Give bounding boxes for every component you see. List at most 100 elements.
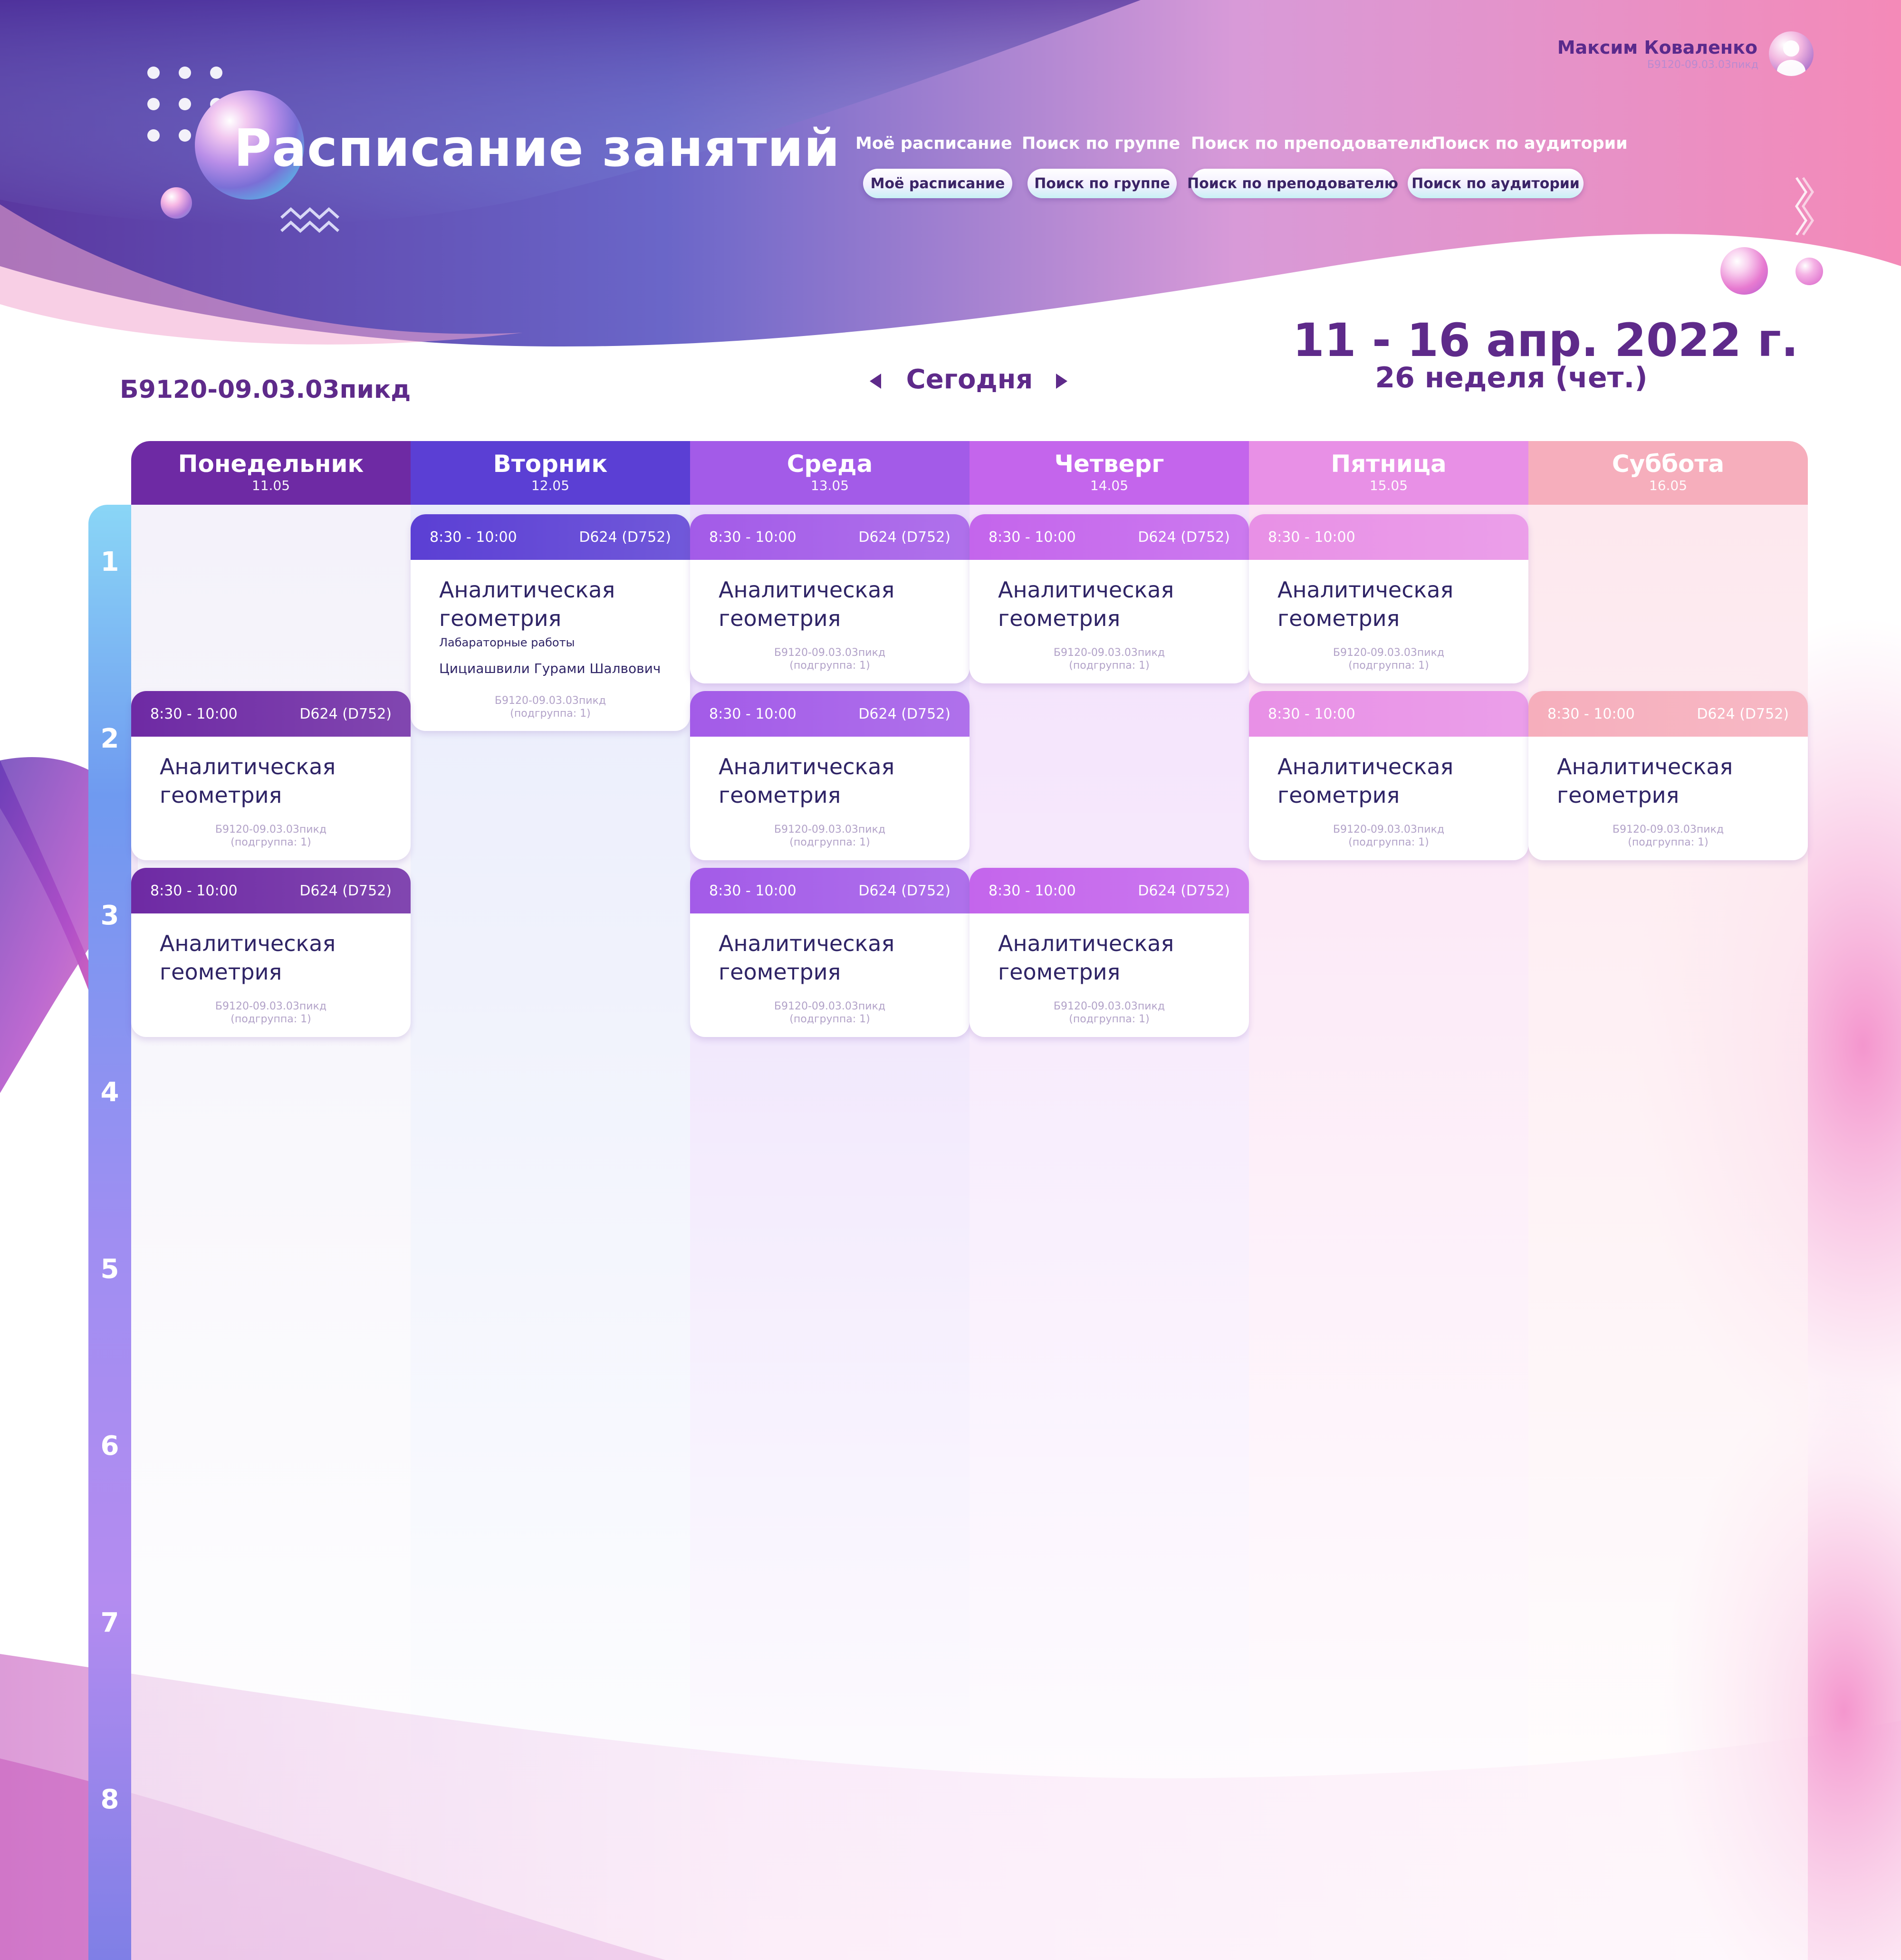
- day-date: 12.05: [531, 478, 570, 494]
- nav-link-room-search[interactable]: Поиск по аудитории: [1431, 134, 1628, 153]
- lesson-subgroup: (подгруппа: 1): [1348, 660, 1429, 672]
- day-header: Четверг 14.05: [970, 441, 1249, 505]
- lesson-group: Б9120-09.03.03пикд (подгруппа: 1): [690, 646, 970, 673]
- lesson-subject-line: Аналитическая: [998, 577, 1174, 603]
- lesson-group-code: Б9120-09.03.03пикд: [774, 646, 886, 659]
- lesson-group-code: Б9120-09.03.03пикд: [774, 1000, 886, 1012]
- nav-button-group-search[interactable]: Поиск по группе: [1027, 169, 1177, 198]
- lesson-time: 8:30 - 10:00: [150, 705, 238, 722]
- day-name: Пятница: [1331, 450, 1447, 478]
- avatar[interactable]: [1769, 31, 1814, 76]
- lesson-room: D624 (D752): [1138, 882, 1230, 899]
- lesson-subject-line: Аналитическая: [719, 577, 895, 603]
- day-header: Понедельник 11.05: [131, 441, 411, 505]
- lesson-card-header: 8:30 - 10:00 D624 (D752): [1528, 691, 1808, 737]
- lesson-group-code: Б9120-09.03.03пикд: [215, 823, 327, 836]
- today-button[interactable]: Сегодня: [893, 364, 1046, 395]
- lesson-type: Лабараторные работы: [439, 635, 575, 649]
- next-week-icon[interactable]: [1052, 372, 1071, 391]
- day-date: 14.05: [1090, 478, 1129, 494]
- lesson-card[interactable]: 8:30 - 10:00 D624 (D752) Аналитическая геом…: [970, 514, 1249, 683]
- lesson-subgroup: (подгруппа: 1): [1069, 660, 1150, 672]
- lesson-subject: Аналитическая геометрия: [1557, 753, 1808, 810]
- lesson-subject-line: геометрия: [719, 959, 841, 985]
- lesson-group-code: Б9120-09.03.03пикд: [215, 1000, 327, 1012]
- user-name[interactable]: Максим Коваленко: [1557, 37, 1757, 58]
- lesson-card[interactable]: 8:30 - 10:00 Аналитическая геометрия Б9120-…: [1249, 514, 1528, 683]
- lesson-subject-line: Аналитическая: [719, 931, 895, 956]
- lesson-card[interactable]: 8:30 - 10:00 Аналитическая геометрия Б9120-…: [1249, 691, 1528, 860]
- lesson-subject-line: Аналитическая: [1277, 577, 1454, 603]
- lesson-time: 8:30 - 10:00: [709, 705, 797, 722]
- slot-number: 6: [100, 1431, 119, 1461]
- lesson-room: D624 (D752): [299, 705, 392, 722]
- slot-number: 4: [100, 1077, 119, 1108]
- lesson-subgroup: (подгруппа: 1): [789, 1013, 870, 1026]
- lesson-card[interactable]: 8:30 - 10:00 D624 (D752) Аналитическая геом…: [690, 514, 970, 683]
- nav-link-group-search[interactable]: Поиск по группе: [1022, 134, 1180, 153]
- lesson-card[interactable]: 8:30 - 10:00 D624 (D752) Аналитическая геом…: [131, 691, 411, 860]
- lesson-subject-line: геометрия: [1557, 782, 1680, 808]
- lesson-card[interactable]: 8:30 - 10:00 D624 (D752) Аналитическая геом…: [970, 868, 1249, 1037]
- lesson-room: D624 (D752): [299, 882, 392, 899]
- day-name: Среда: [787, 450, 873, 478]
- lesson-card-header: 8:30 - 10:00 D624 (D752): [411, 514, 690, 560]
- lesson-card-header: 8:30 - 10:00 D624 (D752): [970, 514, 1249, 560]
- lesson-card[interactable]: 8:30 - 10:00 D624 (D752) Аналитическая геом…: [690, 868, 970, 1037]
- nav-button-teacher-search[interactable]: Поиск по преподователю: [1187, 169, 1398, 198]
- lesson-subgroup: (подгруппа: 1): [230, 1013, 311, 1026]
- day-header: Пятница 15.05: [1249, 441, 1528, 505]
- lesson-subgroup: (подгруппа: 1): [789, 836, 870, 849]
- lesson-subject: Аналитическая геометрия: [998, 930, 1249, 987]
- lesson-card[interactable]: 8:30 - 10:00 D624 (D752) Аналитическая геом…: [690, 691, 970, 860]
- lesson-room: D624 (D752): [858, 882, 950, 899]
- day-date: 16.05: [1649, 478, 1688, 494]
- day-name: Понедельник: [178, 450, 364, 478]
- user-icon: [1777, 40, 1805, 76]
- lesson-subject-line: Аналитическая: [160, 931, 336, 956]
- lesson-group: Б9120-09.03.03пикд (подгруппа: 1): [1249, 823, 1528, 849]
- lesson-subject: Аналитическая геометрия: [719, 576, 970, 633]
- lesson-subgroup: (подгруппа: 1): [510, 708, 591, 720]
- lesson-card-header: 8:30 - 10:00 D624 (D752): [690, 691, 970, 737]
- lesson-subject-line: геометрия: [719, 605, 841, 631]
- lesson-room: D624 (D752): [579, 528, 671, 546]
- lesson-group-code: Б9120-09.03.03пикд: [1053, 646, 1165, 659]
- nav-link-teacher-search[interactable]: Поиск по преподователю: [1191, 134, 1437, 153]
- lesson-group: Б9120-09.03.03пикд (подгруппа: 1): [970, 646, 1249, 673]
- lesson-subject: Аналитическая геометрия: [160, 753, 411, 810]
- lesson-card-header: 8:30 - 10:00: [1249, 514, 1528, 560]
- slot-number: 7: [100, 1607, 119, 1638]
- lesson-subject-line: Аналитическая: [160, 754, 336, 779]
- nav-button-my-schedule[interactable]: Моё расписание: [863, 169, 1012, 198]
- user-group: Б9120-09.03.03пикд: [1647, 59, 1758, 71]
- lesson-group-code: Б9120-09.03.03пикд: [774, 823, 886, 836]
- nav-button-room-search[interactable]: Поиск по аудитории: [1408, 169, 1584, 198]
- group-label: Б9120-09.03.03пикд: [120, 375, 411, 404]
- waves-icon: [280, 207, 340, 233]
- lesson-group: Б9120-09.03.03пикд (подгруппа: 1): [131, 823, 411, 849]
- lesson-group: Б9120-09.03.03пикд (подгруппа: 1): [1528, 823, 1808, 849]
- lesson-card[interactable]: 8:30 - 10:00 D624 (D752) Аналитическая геом…: [411, 514, 690, 731]
- lesson-time: 8:30 - 10:00: [430, 528, 517, 546]
- prev-week-icon[interactable]: [866, 372, 885, 391]
- lesson-card[interactable]: 8:30 - 10:00 D624 (D752) Аналитическая геом…: [131, 868, 411, 1037]
- lesson-teacher[interactable]: Цициашвили Гурами Шалвович: [439, 661, 690, 676]
- lesson-card[interactable]: 8:30 - 10:00 D624 (D752) Аналитическая геом…: [1528, 691, 1808, 860]
- lesson-group-code: Б9120-09.03.03пикд: [1333, 823, 1445, 836]
- lesson-subject-line: геометрия: [160, 782, 282, 808]
- lesson-group-code: Б9120-09.03.03пикд: [1333, 646, 1445, 659]
- nav-link-my-schedule[interactable]: Моё расписание: [855, 134, 1012, 153]
- day-name: Четверг: [1054, 450, 1164, 478]
- lesson-subject-line: Аналитическая: [1277, 754, 1454, 779]
- lesson-subject: Аналитическая геометрия: [160, 930, 411, 987]
- lesson-time: 8:30 - 10:00: [1268, 705, 1355, 722]
- decor-sphere-icon: [1795, 258, 1823, 285]
- lesson-subject: Аналитическая геометрия: [1277, 576, 1528, 633]
- slot-number: 3: [100, 900, 119, 931]
- lesson-card-header: 8:30 - 10:00: [1249, 691, 1528, 737]
- lesson-time: 8:30 - 10:00: [989, 528, 1076, 546]
- day-date: 15.05: [1369, 478, 1408, 494]
- lesson-subject: Аналитическая геометрия: [719, 930, 970, 987]
- lesson-subject-line: геометрия: [439, 605, 562, 631]
